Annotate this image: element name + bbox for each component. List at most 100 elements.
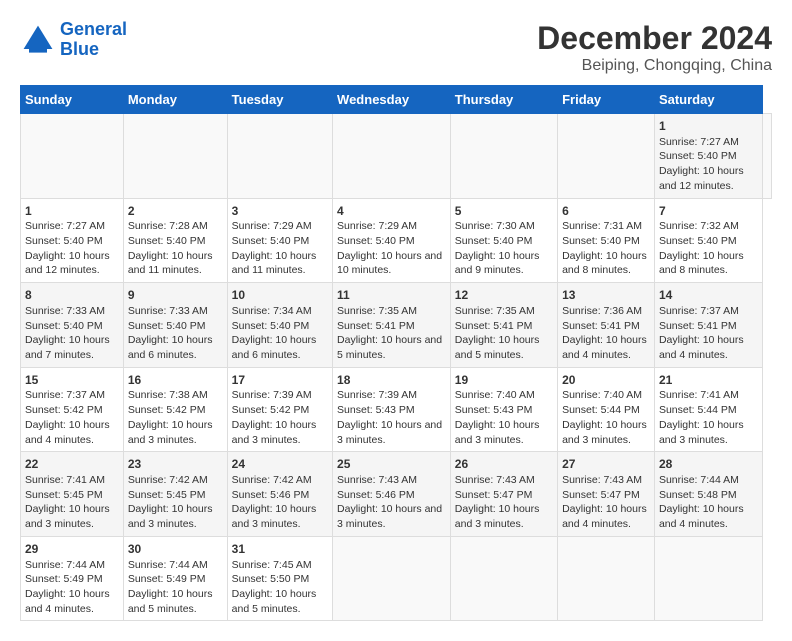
sunrise-text: Sunrise: 7:31 AM [562,219,650,234]
daylight-text: Daylight: 10 hours and 4 minutes. [659,333,758,362]
day-number: 4 [337,203,446,220]
day-number: 15 [25,372,119,389]
calendar-cell: 4Sunrise: 7:29 AMSunset: 5:40 PMDaylight… [333,198,451,283]
day-number: 12 [455,287,553,304]
calendar-cell [450,114,557,199]
day-number: 22 [25,456,119,473]
sunrise-text: Sunrise: 7:34 AM [232,304,328,319]
day-number: 3 [232,203,328,220]
logo-line2: Blue [60,39,99,59]
day-number: 17 [232,372,328,389]
sunset-text: Sunset: 5:40 PM [337,234,446,249]
calendar-week-row: 22Sunrise: 7:41 AMSunset: 5:45 PMDayligh… [21,452,772,537]
calendar-cell: 23Sunrise: 7:42 AMSunset: 5:45 PMDayligh… [123,452,227,537]
calendar-cell [558,114,655,199]
daylight-text: Daylight: 10 hours and 3 minutes. [232,418,328,447]
sunrise-text: Sunrise: 7:30 AM [455,219,553,234]
sunrise-text: Sunrise: 7:28 AM [128,219,223,234]
calendar-cell [333,114,451,199]
calendar-cell [227,114,332,199]
calendar-cell: 22Sunrise: 7:41 AMSunset: 5:45 PMDayligh… [21,452,124,537]
calendar-week-row: 15Sunrise: 7:37 AMSunset: 5:42 PMDayligh… [21,367,772,452]
daylight-text: Daylight: 10 hours and 3 minutes. [562,418,650,447]
day-number: 20 [562,372,650,389]
daylight-text: Daylight: 10 hours and 8 minutes. [562,249,650,278]
page-title: December 2024 [537,20,772,57]
day-number: 19 [455,372,553,389]
calendar-cell: 15Sunrise: 7:37 AMSunset: 5:42 PMDayligh… [21,367,124,452]
sunrise-text: Sunrise: 7:36 AM [562,304,650,319]
daylight-text: Daylight: 10 hours and 8 minutes. [659,249,758,278]
day-number: 5 [455,203,553,220]
sunset-text: Sunset: 5:48 PM [659,488,758,503]
daylight-text: Daylight: 10 hours and 3 minutes. [455,502,553,531]
calendar-cell: 12Sunrise: 7:35 AMSunset: 5:41 PMDayligh… [450,283,557,368]
sunset-text: Sunset: 5:41 PM [455,319,553,334]
calendar-cell: 28Sunrise: 7:44 AMSunset: 5:48 PMDayligh… [654,452,762,537]
sunset-text: Sunset: 5:40 PM [659,234,758,249]
daylight-text: Daylight: 10 hours and 5 minutes. [337,333,446,362]
sunrise-text: Sunrise: 7:29 AM [232,219,328,234]
sunset-text: Sunset: 5:41 PM [562,319,650,334]
sunset-text: Sunset: 5:41 PM [659,319,758,334]
calendar-cell: 30Sunrise: 7:44 AMSunset: 5:49 PMDayligh… [123,536,227,621]
calendar-week-row: 1Sunrise: 7:27 AMSunset: 5:40 PMDaylight… [21,198,772,283]
sunrise-text: Sunrise: 7:33 AM [128,304,223,319]
calendar-cell [762,114,771,199]
logo-icon [20,22,56,58]
sunrise-text: Sunrise: 7:44 AM [25,558,119,573]
daylight-text: Daylight: 10 hours and 10 minutes. [337,249,446,278]
day-number: 24 [232,456,328,473]
day-number: 21 [659,372,758,389]
daylight-text: Daylight: 10 hours and 3 minutes. [659,418,758,447]
calendar-cell: 19Sunrise: 7:40 AMSunset: 5:43 PMDayligh… [450,367,557,452]
logo-text: General Blue [60,20,127,60]
logo-line1: General [60,19,127,39]
calendar-cell: 24Sunrise: 7:42 AMSunset: 5:46 PMDayligh… [227,452,332,537]
calendar-cell: 27Sunrise: 7:43 AMSunset: 5:47 PMDayligh… [558,452,655,537]
sunset-text: Sunset: 5:40 PM [128,319,223,334]
daylight-text: Daylight: 10 hours and 4 minutes. [25,418,119,447]
calendar-cell: 8Sunrise: 7:33 AMSunset: 5:40 PMDaylight… [21,283,124,368]
calendar-cell [558,536,655,621]
day-number: 1 [25,203,119,220]
sunset-text: Sunset: 5:40 PM [455,234,553,249]
day-number: 8 [25,287,119,304]
sunrise-text: Sunrise: 7:37 AM [659,304,758,319]
sunset-text: Sunset: 5:45 PM [25,488,119,503]
daylight-text: Daylight: 10 hours and 12 minutes. [25,249,119,278]
calendar-table: SundayMondayTuesdayWednesdayThursdayFrid… [20,85,772,621]
sunset-text: Sunset: 5:42 PM [25,403,119,418]
sunrise-text: Sunrise: 7:27 AM [659,135,758,150]
day-number: 6 [562,203,650,220]
day-number: 18 [337,372,446,389]
calendar-cell: 6Sunrise: 7:31 AMSunset: 5:40 PMDaylight… [558,198,655,283]
daylight-text: Daylight: 10 hours and 3 minutes. [25,502,119,531]
calendar-cell: 31Sunrise: 7:45 AMSunset: 5:50 PMDayligh… [227,536,332,621]
sunrise-text: Sunrise: 7:41 AM [25,473,119,488]
sunset-text: Sunset: 5:49 PM [128,572,223,587]
calendar-cell: 2Sunrise: 7:28 AMSunset: 5:40 PMDaylight… [123,198,227,283]
sunset-text: Sunset: 5:43 PM [337,403,446,418]
daylight-text: Daylight: 10 hours and 3 minutes. [337,418,446,447]
calendar-cell: 17Sunrise: 7:39 AMSunset: 5:42 PMDayligh… [227,367,332,452]
sunset-text: Sunset: 5:44 PM [659,403,758,418]
sunset-text: Sunset: 5:44 PM [562,403,650,418]
day-number: 14 [659,287,758,304]
calendar-cell: 1Sunrise: 7:27 AMSunset: 5:40 PMDaylight… [654,114,762,199]
sunset-text: Sunset: 5:47 PM [455,488,553,503]
calendar-cell: 25Sunrise: 7:43 AMSunset: 5:46 PMDayligh… [333,452,451,537]
day-number: 10 [232,287,328,304]
sunrise-text: Sunrise: 7:43 AM [562,473,650,488]
calendar-cell: 7Sunrise: 7:32 AMSunset: 5:40 PMDaylight… [654,198,762,283]
calendar-cell: 21Sunrise: 7:41 AMSunset: 5:44 PMDayligh… [654,367,762,452]
sunset-text: Sunset: 5:40 PM [562,234,650,249]
sunrise-text: Sunrise: 7:42 AM [128,473,223,488]
daylight-text: Daylight: 10 hours and 3 minutes. [128,418,223,447]
calendar-header-row: SundayMondayTuesdayWednesdayThursdayFrid… [21,86,772,114]
daylight-text: Daylight: 10 hours and 4 minutes. [659,502,758,531]
calendar-cell [654,536,762,621]
sunrise-text: Sunrise: 7:44 AM [659,473,758,488]
daylight-text: Daylight: 10 hours and 3 minutes. [232,502,328,531]
sunset-text: Sunset: 5:40 PM [232,319,328,334]
